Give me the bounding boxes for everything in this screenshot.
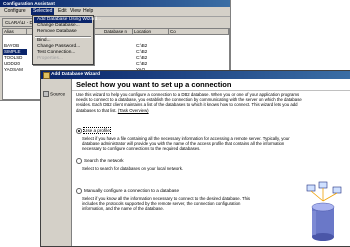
radio-search-network[interactable]: [76, 158, 82, 164]
option-search-network[interactable]: Search the network: [76, 158, 124, 164]
radio-manual-configure[interactable]: [76, 188, 82, 194]
database-illustration: [306, 181, 342, 241]
intro-paragraph: Use this wizard to help you configure a …: [76, 92, 302, 113]
window-title: Configuration Assistant: [0, 0, 230, 7]
radio-use-profile[interactable]: [76, 128, 82, 134]
option-label: Search the network: [84, 158, 124, 164]
column-header-location[interactable]: Location: [133, 29, 169, 35]
wizard-header: Select how you want to set up a connecti…: [72, 79, 350, 91]
option-description: Select if you have a file containing all…: [82, 136, 290, 152]
option-manual-configure[interactable]: Manually configure a connection to a dat…: [76, 188, 179, 194]
column-header-database-name-label[interactable]: Database n: [103, 29, 133, 35]
menu-item-properties: Properties...: [37, 56, 63, 61]
wizard-app-icon: [43, 72, 50, 79]
step-arrow-icon: [43, 91, 49, 97]
system-selector[interactable]: CLARA\LI - D: [2, 18, 36, 27]
menu-help[interactable]: Help: [81, 8, 95, 15]
step-source-label: Source: [50, 92, 66, 98]
column-header-comment[interactable]: Co: [169, 29, 229, 35]
option-description: Select to search for databases on your l…: [82, 166, 184, 171]
menu-selected[interactable]: Selected: [31, 8, 55, 15]
selected-dropdown-menu: Add Database Using Wizard... Change Data…: [32, 15, 101, 65]
step-source[interactable]: Source: [43, 91, 65, 98]
menu-edit[interactable]: Edit: [56, 8, 69, 15]
option-description: Select if you know all the information n…: [82, 196, 251, 212]
option-label: Use a profile: [83, 127, 111, 135]
intro-text: Use this wizard to help you configure a …: [76, 92, 311, 113]
wizard-title-bar: Add Database Wizard: [41, 71, 350, 79]
wizard-step-panel: Source: [41, 79, 72, 246]
task-overview-link[interactable]: (Task Overview): [118, 108, 149, 113]
column-header-alias[interactable]: Alias: [3, 29, 27, 35]
option-use-profile[interactable]: Use a profile: [76, 127, 111, 135]
wizard-title: Add Database Wizard: [51, 72, 101, 77]
menu-configure[interactable]: Configure: [2, 8, 28, 15]
table-cell-alias[interactable]: YAOSAM: [3, 67, 23, 73]
database-cylinder-icon: [311, 202, 335, 241]
wizard-heading: Select how you want to set up a connecti…: [76, 80, 232, 89]
option-label: Manually configure a connection to a dat…: [84, 188, 180, 194]
menu-item-remove-database[interactable]: Remove Database: [34, 29, 92, 35]
add-database-wizard-window: Add Database Wizard Source Select how yo…: [40, 70, 350, 247]
network-icon: [306, 181, 342, 202]
wizard-content: Use this wizard to help you configure a …: [76, 92, 311, 211]
